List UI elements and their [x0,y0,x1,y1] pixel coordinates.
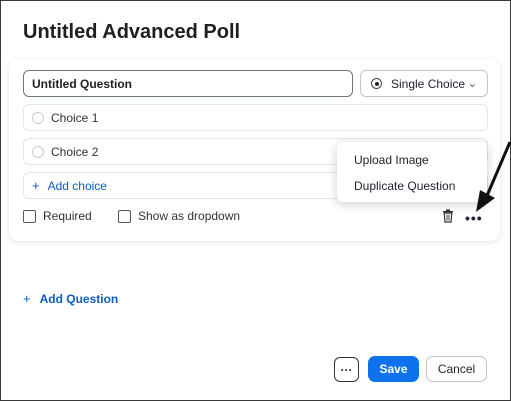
question-type-select[interactable]: Single Choice ⌄ [360,70,488,97]
add-question-label: Add Question [39,291,119,306]
menu-item-duplicate-question[interactable]: Duplicate Question [354,179,455,193]
add-question-button[interactable]: + Add Question [23,291,118,306]
choice-radio-icon [32,111,44,124]
arrow-icon [476,141,511,212]
question-options-menu: Upload Image Duplicate Question [337,142,487,202]
question-title-input[interactable] [23,70,353,97]
choice-radio-icon [32,145,44,158]
more-button[interactable]: ··· [334,357,359,382]
poll-editor-window: Untitled Advanced Poll Single Choice ⌄ C… [0,0,511,401]
checkbox-icon [118,209,131,223]
add-choice-label: Add choice [47,178,107,193]
checkbox-icon [23,209,36,223]
plus-icon: + [23,291,31,306]
choice-label: Choice 2 [51,144,99,159]
plus-icon: + [32,178,40,193]
show-as-dropdown-checkbox[interactable]: Show as dropdown [118,209,240,223]
question-type-label: Single Choice [391,76,466,91]
chevron-down-icon: ⌄ [467,78,477,90]
choice-item-1[interactable]: Choice 1 [23,104,488,131]
choice-label: Choice 1 [51,110,99,125]
save-button[interactable]: Save [368,356,419,382]
cancel-button[interactable]: Cancel [426,356,487,382]
single-choice-radio-icon [371,78,382,89]
page-title: Untitled Advanced Poll [23,21,241,43]
required-label: Required [43,209,92,223]
menu-item-upload-image[interactable]: Upload Image [354,153,429,167]
required-checkbox[interactable]: Required [23,209,92,223]
trash-icon[interactable] [442,209,454,223]
show-as-dropdown-label: Show as dropdown [138,209,241,223]
